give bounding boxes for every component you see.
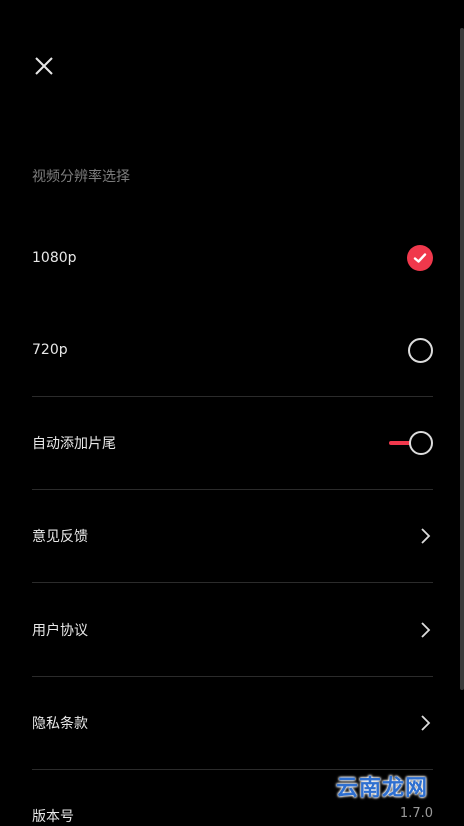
version-row: 版本号 1.7.0 <box>32 806 433 826</box>
user-agreement-label: 用户协议 <box>32 623 88 639</box>
version-label: 版本号 <box>32 809 74 825</box>
resolution-option-label: 720p <box>32 342 68 358</box>
divider <box>32 396 433 397</box>
auto-outro-label: 自动添加片尾 <box>32 436 116 452</box>
resolution-option-1080p[interactable]: 1080p <box>32 238 433 278</box>
privacy-row[interactable]: 隐私条款 <box>32 703 433 743</box>
chevron-right-icon <box>417 620 433 640</box>
resolution-option-720p[interactable]: 720p <box>32 330 433 370</box>
chevron-right-icon <box>417 713 433 733</box>
divider <box>32 676 433 677</box>
auto-outro-toggle[interactable] <box>389 430 433 456</box>
checked-radio-icon[interactable] <box>407 245 433 271</box>
unchecked-radio-icon[interactable] <box>408 337 433 363</box>
resolution-option-label: 1080p <box>32 250 77 266</box>
feedback-row[interactable]: 意见反馈 <box>32 516 433 556</box>
resolution-section-title: 视频分辨率选择 <box>32 169 130 185</box>
divider <box>32 582 433 583</box>
auto-outro-row[interactable]: 自动添加片尾 <box>32 423 433 463</box>
divider <box>32 489 433 490</box>
privacy-label: 隐私条款 <box>32 716 88 732</box>
watermark: 云南龙网 <box>335 776 428 801</box>
close-button[interactable] <box>30 52 60 82</box>
feedback-label: 意见反馈 <box>32 529 88 545</box>
version-value: 1.7.0 <box>399 806 433 821</box>
user-agreement-row[interactable]: 用户协议 <box>32 610 433 650</box>
scrollbar[interactable] <box>460 28 464 690</box>
close-icon <box>35 57 53 75</box>
toggle-knob <box>409 431 433 455</box>
chevron-right-icon <box>417 526 433 546</box>
checkmark-icon <box>413 253 427 263</box>
